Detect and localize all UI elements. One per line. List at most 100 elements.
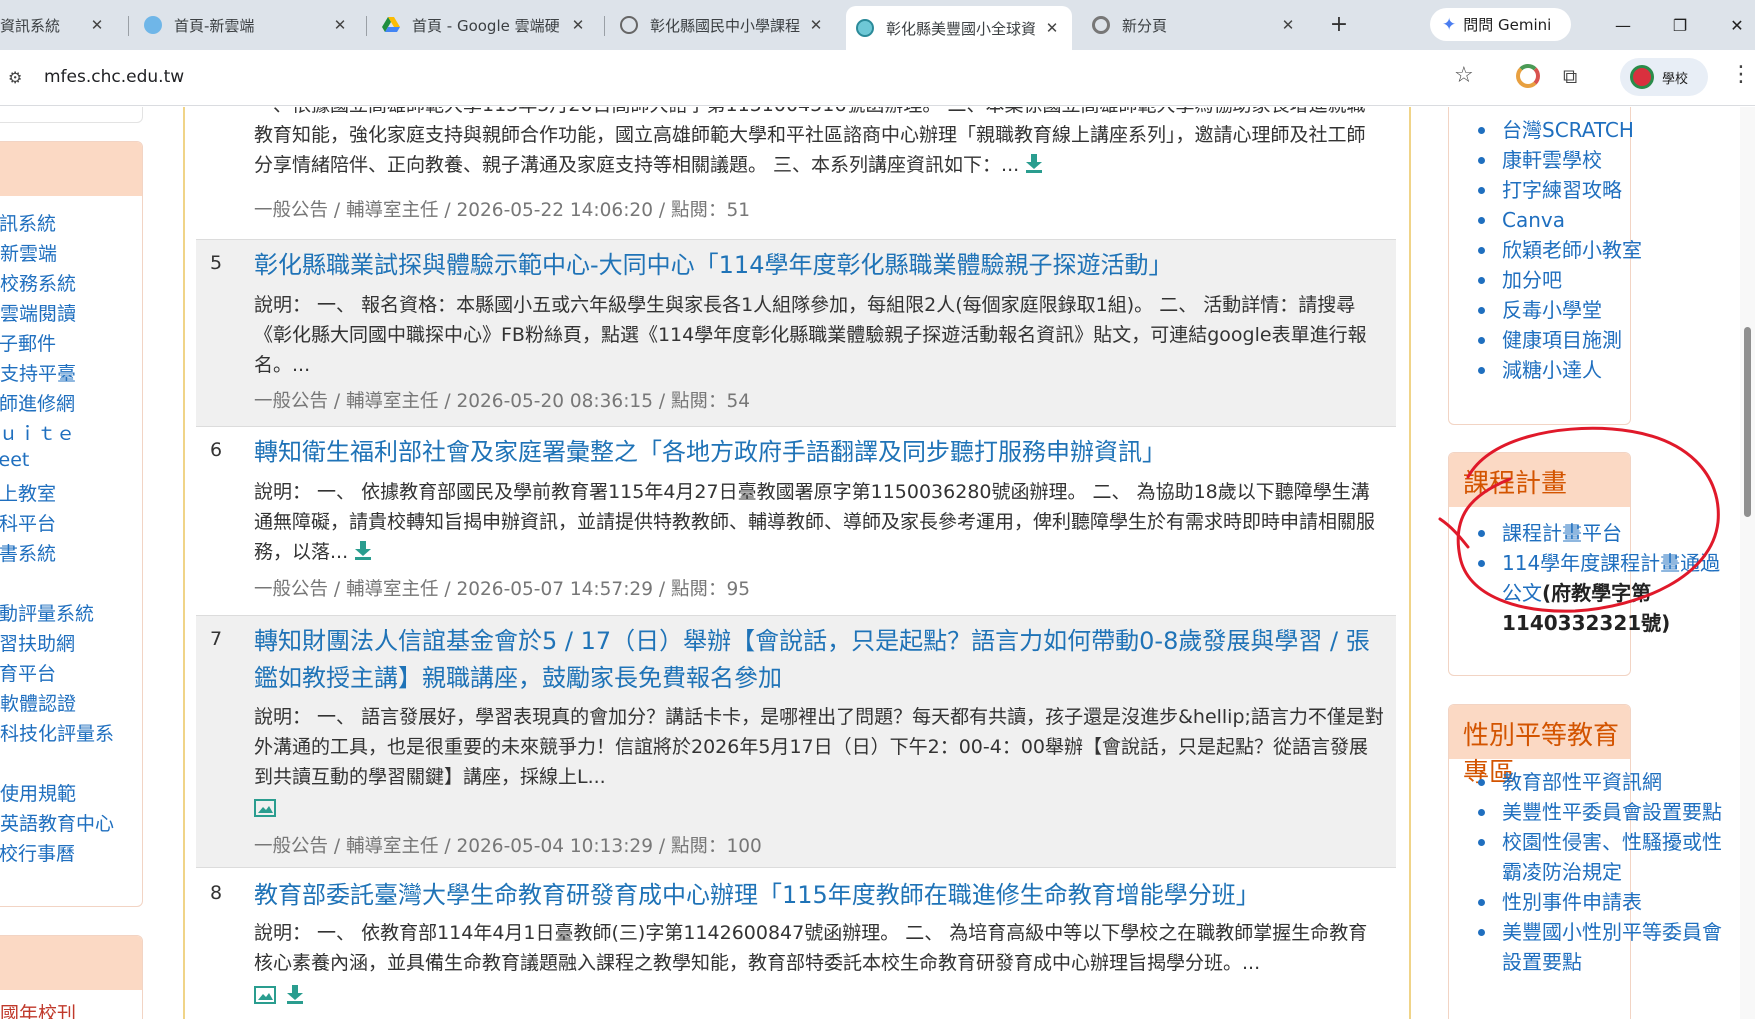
news-meta: 一般公告 / 輔導室主任 / 2026-05-07 14:57:29 / 點閱：… [254, 579, 751, 600]
left-link[interactable]: 家長支持平臺 [0, 359, 76, 386]
menu-kebab-icon[interactable]: ⋮ [1730, 62, 1752, 87]
left-link[interactable]: 正版軟體認證 [0, 689, 76, 716]
close-icon[interactable]: ✕ [330, 16, 350, 34]
close-icon[interactable]: ✕ [568, 16, 588, 34]
news-item: 一、依據國立高雄師範大學115年5月20日高師大諮字第1151004516號函辦… [196, 107, 1396, 239]
gender-link[interactable]: 教育部性平資訊網 [1470, 767, 1724, 797]
left-top-panel [0, 107, 143, 123]
minimize-icon[interactable]: — [1608, 10, 1638, 40]
site-info-icon[interactable]: ⚙ [8, 68, 22, 87]
close-icon[interactable]: ✕ [87, 16, 107, 34]
tab-label: 資訊系統 [0, 16, 61, 35]
left-link[interactable]: ｓｕｉｔｅ [0, 419, 75, 446]
tab-new-cloud[interactable]: 首頁-新雲端 ✕ [134, 6, 360, 44]
gender-link[interactable]: 美豐性平委員會設置要點 [1470, 797, 1724, 827]
right-link[interactable]: 打字練習攻略 [1470, 175, 1724, 205]
gender-link[interactable]: 校園性侵害、性騷擾或性霸凌防治規定 [1470, 827, 1724, 887]
right-link[interactable]: 欣穎老師小教室 [1470, 235, 1724, 265]
tab-label: 彰化縣美豐國小全球資 [886, 19, 1036, 38]
gemini-sparkle-icon: ✦ [1442, 14, 1457, 35]
right-links-list: 台灣SCRATCH 康軒雲學校 打字練習攻略 Canva 欣穎老師小教室 加分吧… [1470, 115, 1724, 385]
news-title-link[interactable]: 轉知衛生福利部社會及家庭署彙整之「各地方政府手語翻譯及同步聽打服務申辦資訊」 [254, 434, 1384, 471]
right-link[interactable]: 加分吧 [1470, 265, 1724, 295]
left-link[interactable]: 科學科技化評量系 [0, 719, 114, 746]
maximize-icon[interactable]: ❐ [1665, 10, 1695, 40]
school-icon [856, 19, 874, 37]
tab-info-system[interactable]: 資訊系統 ✕ [0, 6, 117, 44]
right-link[interactable]: 康軒雲學校 [1470, 145, 1724, 175]
news-number: 8 [210, 882, 223, 904]
news-item: 5 彰化縣職業試探與體驗示範中心-大同中心「114學年度彰化縣職業體驗親子探遊活… [196, 239, 1396, 427]
right-link[interactable]: Canva [1470, 205, 1724, 235]
left-link[interactable]: 電子郵件 [0, 329, 56, 356]
chrome-icon [1092, 16, 1110, 34]
new-tab-button[interactable]: + [1325, 10, 1353, 38]
tab-meifeng-active[interactable]: 彰化縣美豐國小全球資 ✕ [846, 6, 1072, 50]
profile-label: 學校 [1662, 71, 1689, 87]
close-icon[interactable]: ✕ [1042, 19, 1062, 37]
image-attachment-icon[interactable] [254, 799, 276, 817]
gemini-label: 問問 Gemini [1463, 16, 1552, 34]
tab-label: 彰化縣國民中小學課程 [650, 16, 800, 35]
news-number: 6 [210, 439, 223, 461]
left-link-red[interactable]: 美豐國年校刊 [0, 999, 76, 1019]
right-link[interactable]: 健康項目施測 [1470, 325, 1724, 355]
curriculum-links: 課程計畫平台 114學年度課程計畫通過公文(府教學字第1140332321號) [1470, 518, 1724, 638]
address-bar: ⚙ mfes.chc.edu.tw ☆ ⧉ 學校 ⋮ [0, 50, 1755, 106]
curriculum-title: 課程計畫 [1463, 469, 1568, 499]
left-link[interactable]: 雲端校務系統 [0, 269, 76, 296]
left-link[interactable]: meet [0, 449, 29, 471]
left-link[interactable]: 網站使用規範 [0, 779, 76, 806]
news-item: 6 轉知衛生福利部社會及家庭署彙整之「各地方政府手語翻譯及同步聽打服務申辦資訊」… [196, 427, 1396, 615]
extensions-puzzle-icon[interactable]: ⧉ [1563, 64, 1577, 88]
left-link[interactable]: 智慧雲端閱讀 [0, 299, 76, 326]
curriculum-platform-link[interactable]: 課程計畫平台 [1470, 518, 1724, 548]
left-link[interactable]: 學校行事曆 [0, 839, 75, 866]
avatar [1630, 65, 1654, 89]
page-viewport: 資訊系統 教育新雲端 雲端校務系統 智慧雲端閱讀 電子郵件 家長支持平臺 教師進… [0, 107, 1755, 1019]
left-link[interactable]: 國際英語教育中心 [0, 809, 114, 836]
news-number: 7 [210, 628, 223, 650]
close-icon[interactable]: ✕ [1278, 16, 1298, 34]
right-link[interactable]: 反毒小學堂 [1470, 295, 1724, 325]
tab-label: 首頁-新雲端 [174, 16, 255, 35]
left-link[interactable]: 圖書系統 [0, 539, 56, 566]
image-attachment-icon[interactable] [254, 986, 276, 1004]
tab-google-drive[interactable]: 首頁 - Google 雲端硬 ✕ [372, 6, 598, 44]
download-icon[interactable] [354, 541, 372, 561]
right-link[interactable]: 台灣SCRATCH [1470, 115, 1724, 145]
news-number: 5 [210, 252, 223, 274]
left-link[interactable]: 教育新雲端 [0, 239, 57, 266]
left-link[interactable]: 資訊系統 [0, 209, 56, 236]
gender-link[interactable]: 美豐國小性別平等委員會設置要點 [1470, 917, 1724, 977]
news-title-link[interactable]: 轉知財團法人信誼基金會於5 / 17（日）舉辦【會說話，只是起點？語言力如何帶動… [254, 623, 1384, 697]
left-link[interactable]: 教育平台 [0, 659, 56, 686]
news-body: 一、依據國立高雄師範大學115年5月20日高師大諮字第1151004516號函辦… [254, 107, 1366, 176]
bookmark-star-icon[interactable]: ☆ [1454, 63, 1474, 88]
close-icon[interactable]: ✕ [806, 16, 826, 34]
left-link[interactable]: 運動評量系統 [0, 599, 94, 626]
left-link[interactable]: 教師進修網 [0, 389, 75, 416]
news-title-link[interactable]: 彰化縣職業試探與體驗示範中心-大同中心「114學年度彰化縣職業體驗親子探遊活動」 [254, 247, 1384, 284]
tab-strip: 資訊系統 ✕ 首頁-新雲端 ✕ 首頁 - Google 雲端硬 ✕ 彰化縣國民中… [0, 0, 1755, 50]
tab-curriculum[interactable]: 彰化縣國民中小學課程 ✕ [610, 6, 836, 44]
tab-new-tab[interactable]: 新分頁 ✕ [1082, 6, 1308, 44]
extension-icon[interactable] [1516, 64, 1540, 88]
right-link[interactable]: 減糖小達人 [1470, 355, 1724, 385]
news-title-link[interactable]: 教育部委託臺灣大學生命教育研發育成中心辦理「115年度教師在職進修生命教育增能學… [254, 877, 1384, 914]
download-icon[interactable] [286, 985, 304, 1005]
news-meta: 一般公告 / 輔導室主任 / 2026-05-20 08:36:15 / 點閱：… [254, 391, 751, 412]
download-icon[interactable] [1025, 154, 1043, 174]
ask-gemini-button[interactable]: ✦ 問問 Gemini [1430, 8, 1571, 41]
left-link[interactable]: 線上教室 [0, 479, 56, 506]
scrollbar-track[interactable] [1740, 107, 1755, 1019]
scrollbar-thumb[interactable] [1744, 327, 1751, 517]
news-meta: 一般公告 / 輔導室主任 / 2026-05-22 14:06:20 / 點閱：… [254, 200, 751, 221]
close-window-icon[interactable]: ✕ [1722, 10, 1752, 40]
left-link[interactable]: 學習扶助網 [0, 629, 75, 656]
profile-button[interactable]: 學校 [1620, 58, 1708, 96]
tab-label: 首頁 - Google 雲端硬 [412, 16, 560, 35]
url-field[interactable]: mfes.chc.edu.tw [44, 67, 184, 87]
gender-link[interactable]: 性別事件申請表 [1470, 887, 1724, 917]
left-link[interactable]: 學科平台 [0, 509, 56, 536]
